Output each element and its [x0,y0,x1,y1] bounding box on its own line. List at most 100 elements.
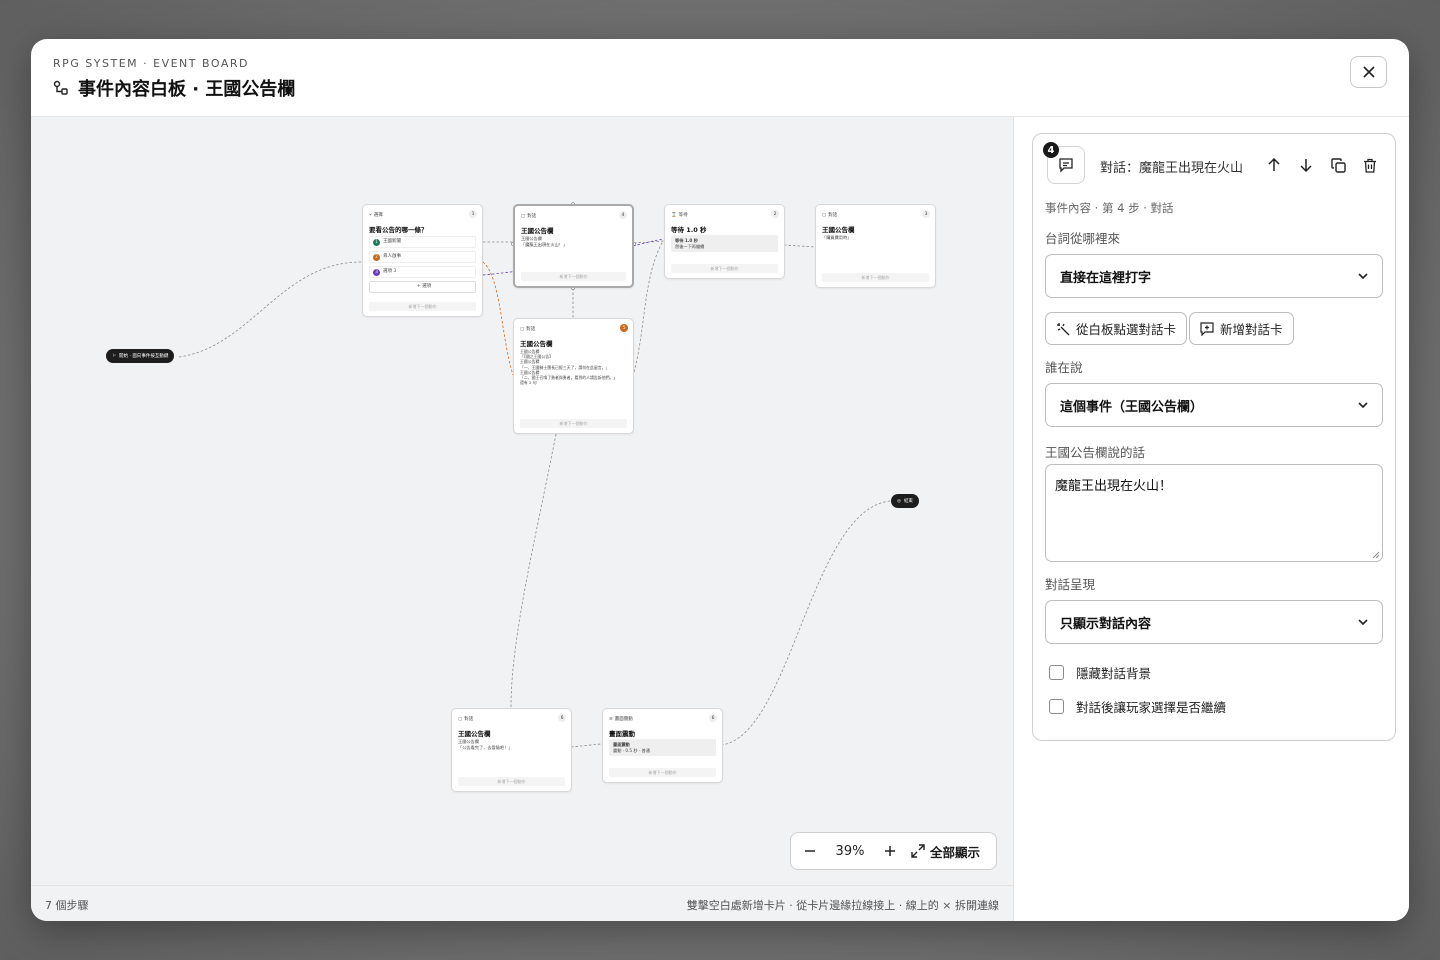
arrow-up-icon [1268,158,1280,171]
card-title: 王國公告欄 [521,227,554,235]
end-node-label: 結束 [903,499,913,504]
chat-plus-icon [1200,321,1214,336]
card-body: 「購買費用時」 [822,235,852,240]
start-node[interactable]: ⚐ 開始 · 面向事件按互動鍵 [106,349,175,363]
line-label: 王國公告欄說的話 [1045,445,1146,460]
hide-background-checkbox[interactable] [1049,665,1064,680]
magic-pointer-icon [1057,322,1070,335]
plus-icon [885,846,895,856]
card-title: 王國公告欄 [520,340,553,348]
card-title: 等待 1.0 秒 [671,226,707,234]
display-select[interactable]: 只顯示對話內容 [1045,600,1383,644]
flag-icon: ⚐ [112,353,117,359]
minus-icon [805,850,815,852]
pick-dialog-card-button[interactable]: 從白板點選對話卡 [1045,312,1188,345]
card-type: ▢ 對話 [458,716,474,723]
duplicate-button[interactable] [1329,156,1347,174]
card-body: 王國公告欄 「公告看完了，去冒險吧！」 [458,739,513,750]
add-option-button[interactable]: + 選項 [369,281,476,293]
card-number: 5 [620,324,628,332]
dialog-line-value: 魔龍王出現在火山！ [1055,479,1173,494]
player-choice-checkbox[interactable] [1049,699,1064,714]
source-select[interactable]: 直接在這裡打字 [1045,254,1383,298]
card-type: ⌛ 等待 [671,212,688,219]
display-select-value: 只顯示對話內容 [1060,616,1152,632]
choice-option[interactable]: 1 王國新聞 [369,236,476,248]
branch-icon: ⑂ [369,213,372,218]
player-choice-label: 對話後讓玩家選擇是否繼續 [1076,700,1227,715]
move-up-button[interactable] [1265,156,1283,174]
close-icon [1362,66,1375,78]
speaker-label: 誰在說 [1045,360,1083,375]
card-type: ▢ 對話 [822,212,838,219]
dialog-card-selected[interactable]: ▢ 對話 4 王國公告欄 王國公告欄 「魔龍王出現在火山！」 新增下一個動作 [513,204,634,288]
add-next-action[interactable]: 新增下一個動作 [520,419,627,428]
choice-options: 1 王國新聞 2 尋人啟事 3 選項 3 + 選項 [369,236,476,296]
chevron-down-icon [1358,402,1368,409]
dialog-card[interactable]: ▢ 對話 3 王國公告欄 「購買費用時」 新增下一個動作 [815,204,936,288]
dialog-card[interactable]: ▢ 對話 5 王國公告欄 王國公告欄 「【國之王國公告】 王國公告欄 「一、王國騎… [513,318,634,434]
add-next-action[interactable]: 新增下一個動作 [458,777,565,786]
zoom-controls: 39% 全部顯示 [790,832,997,870]
fit-all-button[interactable]: 全部顯示 [909,842,980,861]
modal-header: RPG SYSTEM · EVENT BOARD 事件內容白板 · 王國公告欄 [31,39,1409,117]
end-node[interactable]: ◎ 結束 [891,494,919,508]
step-breadcrumb: 事件內容 · 第 4 步 · 對話 [1045,201,1174,215]
zoom-out-button[interactable] [791,833,829,869]
chevron-down-icon [1358,273,1368,280]
source-select-value: 直接在這裡打字 [1060,270,1152,286]
flow-icon [53,80,69,96]
shake-card[interactable]: ≋ 畫面震動 6 畫面震動 畫面震動 震動 · 0.5 秒 · 普通 新增下一個動作 [602,708,723,783]
display-label: 對話呈現 [1045,577,1096,592]
card-body: 王國公告欄 「魔龍王出現在火山！」 [521,236,568,247]
chat-icon: ▢ [520,326,525,332]
add-next-action[interactable]: 新增下一個動作 [822,273,929,282]
hourglass-icon: ⌛ [671,212,677,218]
card-title: 畫面震動 [609,730,635,738]
stop-icon: ◎ [897,498,901,504]
chat-icon: ▢ [458,716,463,722]
copy-icon [1330,157,1346,173]
move-down-button[interactable] [1297,156,1315,174]
step-title: 對話：魔龍王出現在火山 [1100,161,1244,176]
page-title: 事件內容白板 · 王國公告欄 [78,79,296,100]
board-canvas[interactable]: ⚐ 開始 · 面向事件按互動鍵 ◎ 結束 ⑂ 選擇 1 要看公告的哪一條？ 1 王國… [31,117,1013,885]
add-next-action[interactable]: 新增下一個動作 [671,264,778,273]
dialog-card[interactable]: ▢ 對話 6 王國公告欄 王國公告欄 「公告看完了，去冒險吧！」 新增下一個動作 [451,708,572,792]
vibrate-icon: ≋ [609,716,613,722]
new-dialog-card-button[interactable]: 新增對話卡 [1189,312,1294,345]
fit-all-label: 全部顯示 [930,844,981,860]
step-count: 7 個步驟 [45,899,89,912]
dialog-line-textarea[interactable]: 魔龍王出現在火山！ [1045,464,1383,562]
inspector-panel: 4 對話：魔龍王出現在火山 事件內容 · 第 4 步 · 對話 台詞從哪裡來 直… [1013,117,1409,921]
close-button[interactable] [1350,56,1387,88]
speaker-select[interactable]: 這個事件（王國公告欄） [1045,383,1383,427]
card-number: 3 [922,210,930,218]
step-editor: 4 對話：魔龍王出現在火山 事件內容 · 第 4 步 · 對話 台詞從哪裡來 直… [1032,133,1396,741]
resize-grip-icon[interactable] [1372,551,1380,559]
choice-option[interactable]: 3 選項 3 [369,266,476,278]
speaker-select-value: 這個事件（王國公告欄） [1060,399,1204,415]
hide-background-label: 隱藏對話背景 [1076,666,1152,681]
wait-card[interactable]: ⌛ 等待 2 等待 1.0 秒 等待 1.0 秒然後一下再繼續 新增下一個動作 [664,204,785,279]
start-node-label: 開始 · 面向事件按互動鍵 [119,354,169,359]
delete-button[interactable] [1361,156,1379,174]
choice-card[interactable]: ⑂ 選擇 1 要看公告的哪一條？ 1 王國新聞 2 尋人啟事 3 選項 3 + 選項 新… [362,204,483,317]
add-next-action[interactable]: 新增下一個動作 [521,272,626,281]
card-title: 王國公告欄 [822,226,855,234]
add-next-action[interactable]: 新增下一個動作 [609,768,716,777]
card-number: 6 [709,714,717,722]
chat-icon: ▢ [521,213,526,219]
card-number: 1 [469,210,477,218]
card-body: 王國公告欄 「【國之王國公告】 王國公告欄 「一、王國騎士團長已經三天了，請勿在… [520,349,618,386]
canvas-footer: 7 個步驟 雙擊空白處新增卡片 · 從卡片邊緣拉線接上 · 線上的 × 拆開連線 [31,885,1013,921]
zoom-in-button[interactable] [871,833,909,869]
hide-background-option[interactable]: 隱藏對話背景 [1049,663,1151,682]
choice-option[interactable]: 2 尋人啟事 [369,251,476,263]
source-label: 台詞從哪裡來 [1045,231,1121,246]
add-next-action[interactable]: 新增下一個動作 [369,302,476,311]
card-title: 王國公告欄 [458,730,491,738]
card-number: 6 [558,714,566,722]
card-type: ≋ 畫面震動 [609,716,633,723]
player-choice-option[interactable]: 對話後讓玩家選擇是否繼續 [1049,697,1226,716]
